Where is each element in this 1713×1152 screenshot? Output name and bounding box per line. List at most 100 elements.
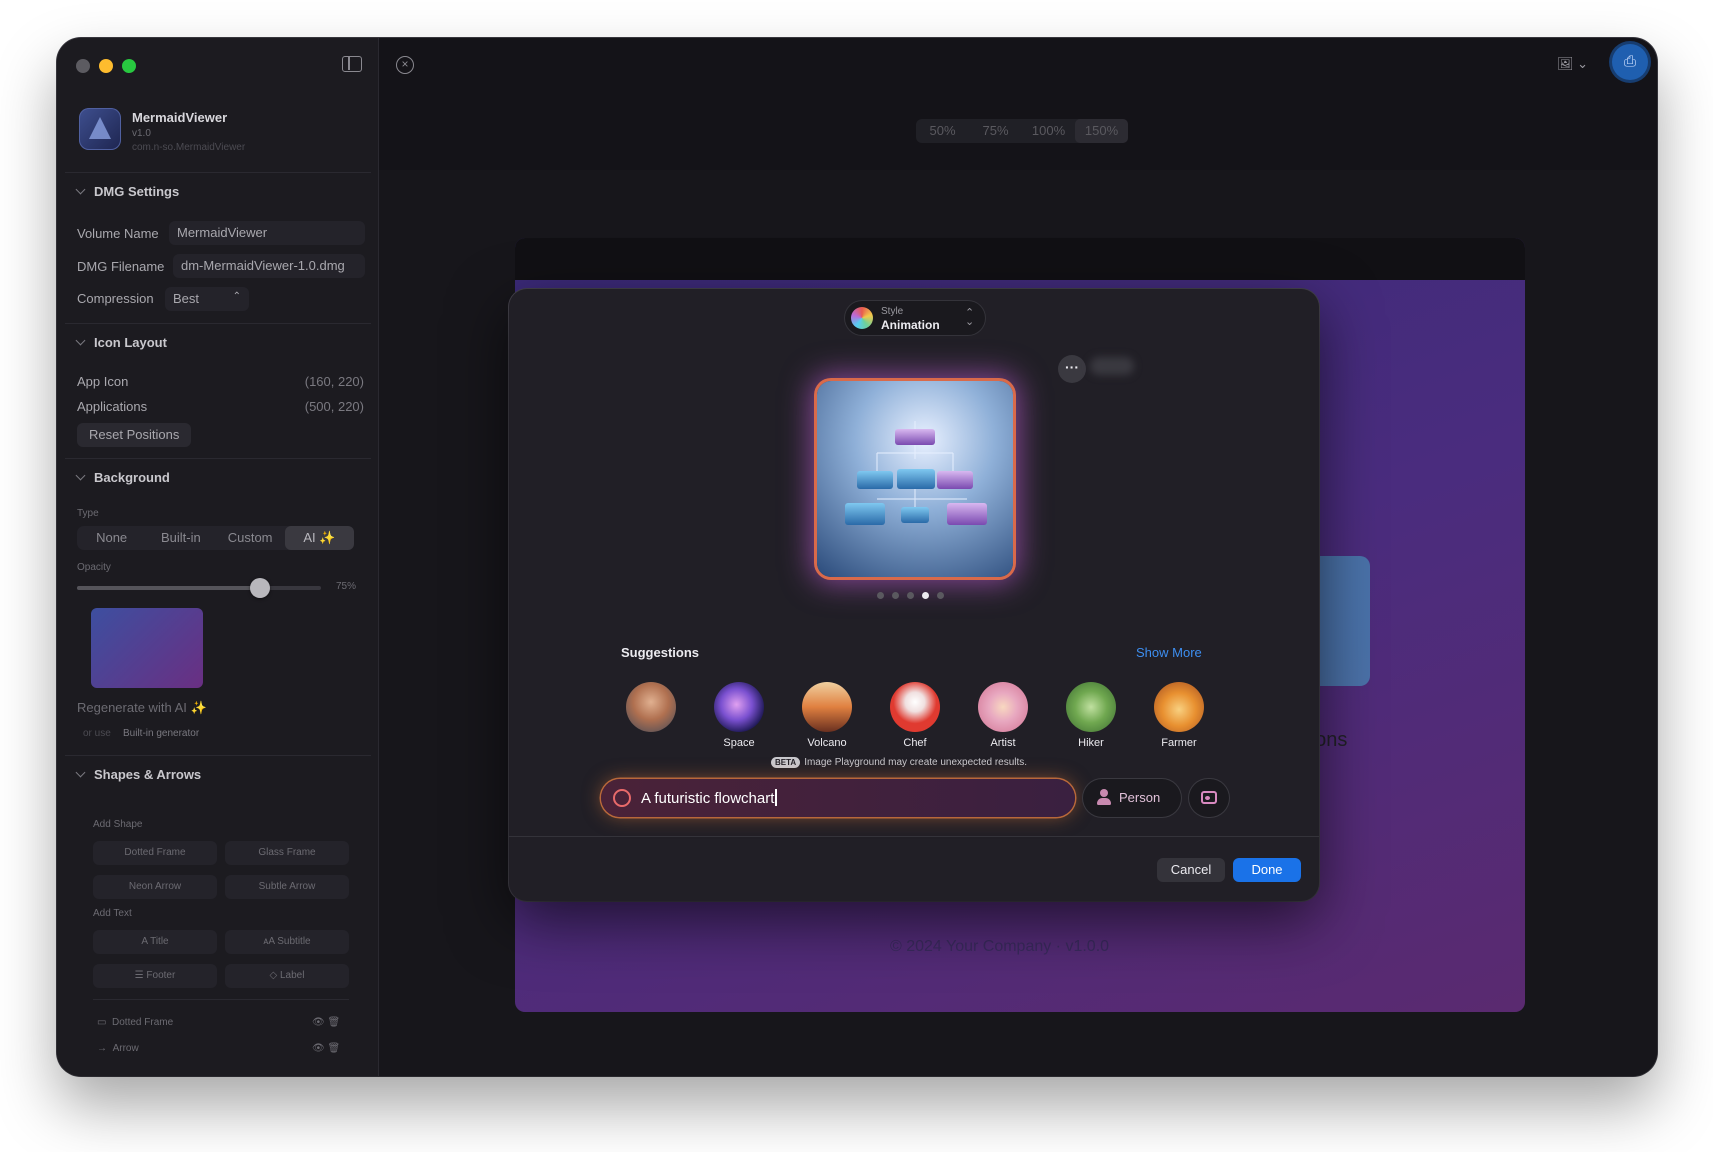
preview-title-bar <box>515 238 1525 280</box>
style-value: Animation <box>881 318 940 332</box>
photo-picker-button[interactable] <box>1189 779 1229 817</box>
layer-item[interactable]: ▭ Dotted Frame <box>97 1017 173 1028</box>
carousel-dot[interactable] <box>892 592 899 599</box>
carousel-dot[interactable] <box>937 592 944 599</box>
app-name: MermaidViewer <box>132 110 228 125</box>
layer-item[interactable]: → Arrow <box>97 1043 139 1054</box>
type-built-in[interactable]: Built-in <box>146 526 215 550</box>
show-more-link[interactable]: Show More <box>1136 645 1202 660</box>
zoom-75[interactable]: 75% <box>969 119 1022 143</box>
chef-hat-icon <box>890 682 940 732</box>
close-circle-icon[interactable]: × <box>396 56 414 74</box>
sidebar-toggle-icon[interactable] <box>342 56 362 72</box>
builtin-generator-link[interactable]: Built-in generator <box>123 728 199 739</box>
chevron-down-icon <box>75 184 86 195</box>
app-icon <box>79 108 121 150</box>
image-playground-dialog: Style Animation ⌃ ⌄ ··· Suggestions Show… <box>509 289 1319 901</box>
carousel-dot[interactable] <box>922 592 929 599</box>
volcano-icon <box>802 682 852 732</box>
dmg-filename-field[interactable]: dm-MermaidViewer-1.0.dmg <box>173 254 365 278</box>
suggestion-farmer[interactable]: Farmer <box>1149 682 1209 749</box>
compression-select[interactable]: Best ⌃ <box>165 287 249 311</box>
person-label: Person <box>1119 790 1161 805</box>
minimize-window-button[interactable] <box>99 59 113 73</box>
section-background[interactable]: Background <box>75 470 170 485</box>
regenerate-ai-button[interactable]: Regenerate with AI ✨ <box>77 700 207 716</box>
sidebar: MermaidViewer v1.0 com.n-so.MermaidViewe… <box>57 38 379 1076</box>
add-glass-frame-button[interactable]: Glass Frame <box>225 841 349 865</box>
carousel-dot[interactable] <box>877 592 884 599</box>
style-picker[interactable]: Style Animation ⌃ ⌄ <box>845 301 985 335</box>
carousel-dots[interactable] <box>877 592 944 599</box>
zoom-150[interactable]: 150% <box>1075 119 1128 143</box>
done-button[interactable]: Done <box>1233 858 1301 882</box>
section-dmg-settings[interactable]: DMG Settings <box>75 184 180 199</box>
suggestion-label: Volcano <box>807 737 847 749</box>
beta-notice-text: Image Playground may create unexpected r… <box>804 757 1028 768</box>
export-document-icon[interactable]: ⎙ <box>1612 44 1648 80</box>
add-subtitle-button[interactable]: ᴀA Subtitle <box>225 930 349 954</box>
generated-image[interactable] <box>817 381 1013 577</box>
add-title-button[interactable]: A Title <box>93 930 217 954</box>
add-neon-arrow-button[interactable]: Neon Arrow <box>93 875 217 899</box>
prompt-value: A futuristic flowchart <box>641 790 775 807</box>
divider <box>65 172 371 173</box>
suggestion-hiker[interactable]: Hiker <box>1061 682 1121 749</box>
divider <box>509 836 1319 837</box>
prompt-text[interactable]: A futuristic flowchart <box>641 789 777 807</box>
applications-position: (500, 220) <box>304 399 364 414</box>
updown-chevron-icon: ⌃ ⌄ <box>965 307 975 328</box>
eye-icon[interactable]: 👁 🗑 <box>312 1043 340 1054</box>
section-shapes-arrows[interactable]: Shapes & Arrows <box>75 767 202 782</box>
or-use-label: or use <box>83 728 111 739</box>
suggestion-space[interactable]: Space <box>709 682 769 749</box>
opacity-slider[interactable] <box>77 578 321 598</box>
beta-notice: BETA Image Playground may create unexpect… <box>771 757 1027 768</box>
section-icon-layout[interactable]: Icon Layout <box>75 335 167 350</box>
layer-name: Arrow <box>112 1043 139 1054</box>
opacity-slider-fill <box>77 586 260 590</box>
section-title: Shapes & Arrows <box>94 767 202 782</box>
type-ai[interactable]: AI ✨ <box>284 526 354 550</box>
app-version: v1.0 <box>132 128 151 139</box>
divider <box>93 999 349 1000</box>
suggestion-label: Space <box>723 737 755 749</box>
carousel-dot[interactable] <box>907 592 914 599</box>
reset-positions-button[interactable]: Reset Positions <box>77 423 192 447</box>
zoom-100[interactable]: 100% <box>1022 119 1075 143</box>
zoom-window-button[interactable] <box>122 59 136 73</box>
add-label-button[interactable]: ◇ Label <box>225 964 349 988</box>
opacity-label: Opacity <box>77 562 111 573</box>
section-title: DMG Settings <box>94 184 180 199</box>
zoom-50[interactable]: 50% <box>916 119 969 143</box>
type-none[interactable]: None <box>77 526 146 550</box>
suggestion-person[interactable] <box>621 682 681 737</box>
image-menu-icon[interactable]: 🖼 ⌄ <box>1557 56 1588 72</box>
person-photo-icon <box>626 682 676 732</box>
add-subtle-arrow-button[interactable]: Subtle Arrow <box>225 875 349 899</box>
add-dotted-frame-button[interactable]: Dotted Frame <box>93 841 217 865</box>
opacity-slider-knob[interactable] <box>250 578 270 598</box>
eye-icon[interactable]: 👁 🗑 <box>312 1017 340 1028</box>
person-icon <box>1097 789 1111 805</box>
volume-name-field[interactable]: MermaidViewer <box>169 221 365 245</box>
suggestion-volcano[interactable]: Volcano <box>797 682 857 749</box>
prompt-input[interactable]: A futuristic flowchart <box>601 779 1075 817</box>
divider <box>65 323 371 324</box>
chevron-down-icon <box>75 767 86 778</box>
add-text-label: Add Text <box>93 908 132 919</box>
more-options-icon[interactable]: ··· <box>1058 355 1086 383</box>
suggestion-artist[interactable]: Artist <box>973 682 1033 749</box>
add-footer-button[interactable]: ☰ Footer <box>93 964 217 988</box>
suggestion-label: Artist <box>990 737 1016 749</box>
divider <box>65 458 371 459</box>
person-button[interactable]: Person <box>1083 779 1181 817</box>
dmg-filename-label: DMG Filename <box>77 259 165 274</box>
zoom-segmented: 50% 75% 100% 150% <box>916 119 1128 143</box>
type-custom[interactable]: Custom <box>216 526 285 550</box>
close-window-button[interactable] <box>76 59 90 73</box>
suggestion-chef[interactable]: Chef <box>885 682 945 749</box>
chevron-down-icon <box>75 470 86 481</box>
suggestions-title: Suggestions <box>621 645 700 660</box>
cancel-button[interactable]: Cancel <box>1157 858 1225 882</box>
